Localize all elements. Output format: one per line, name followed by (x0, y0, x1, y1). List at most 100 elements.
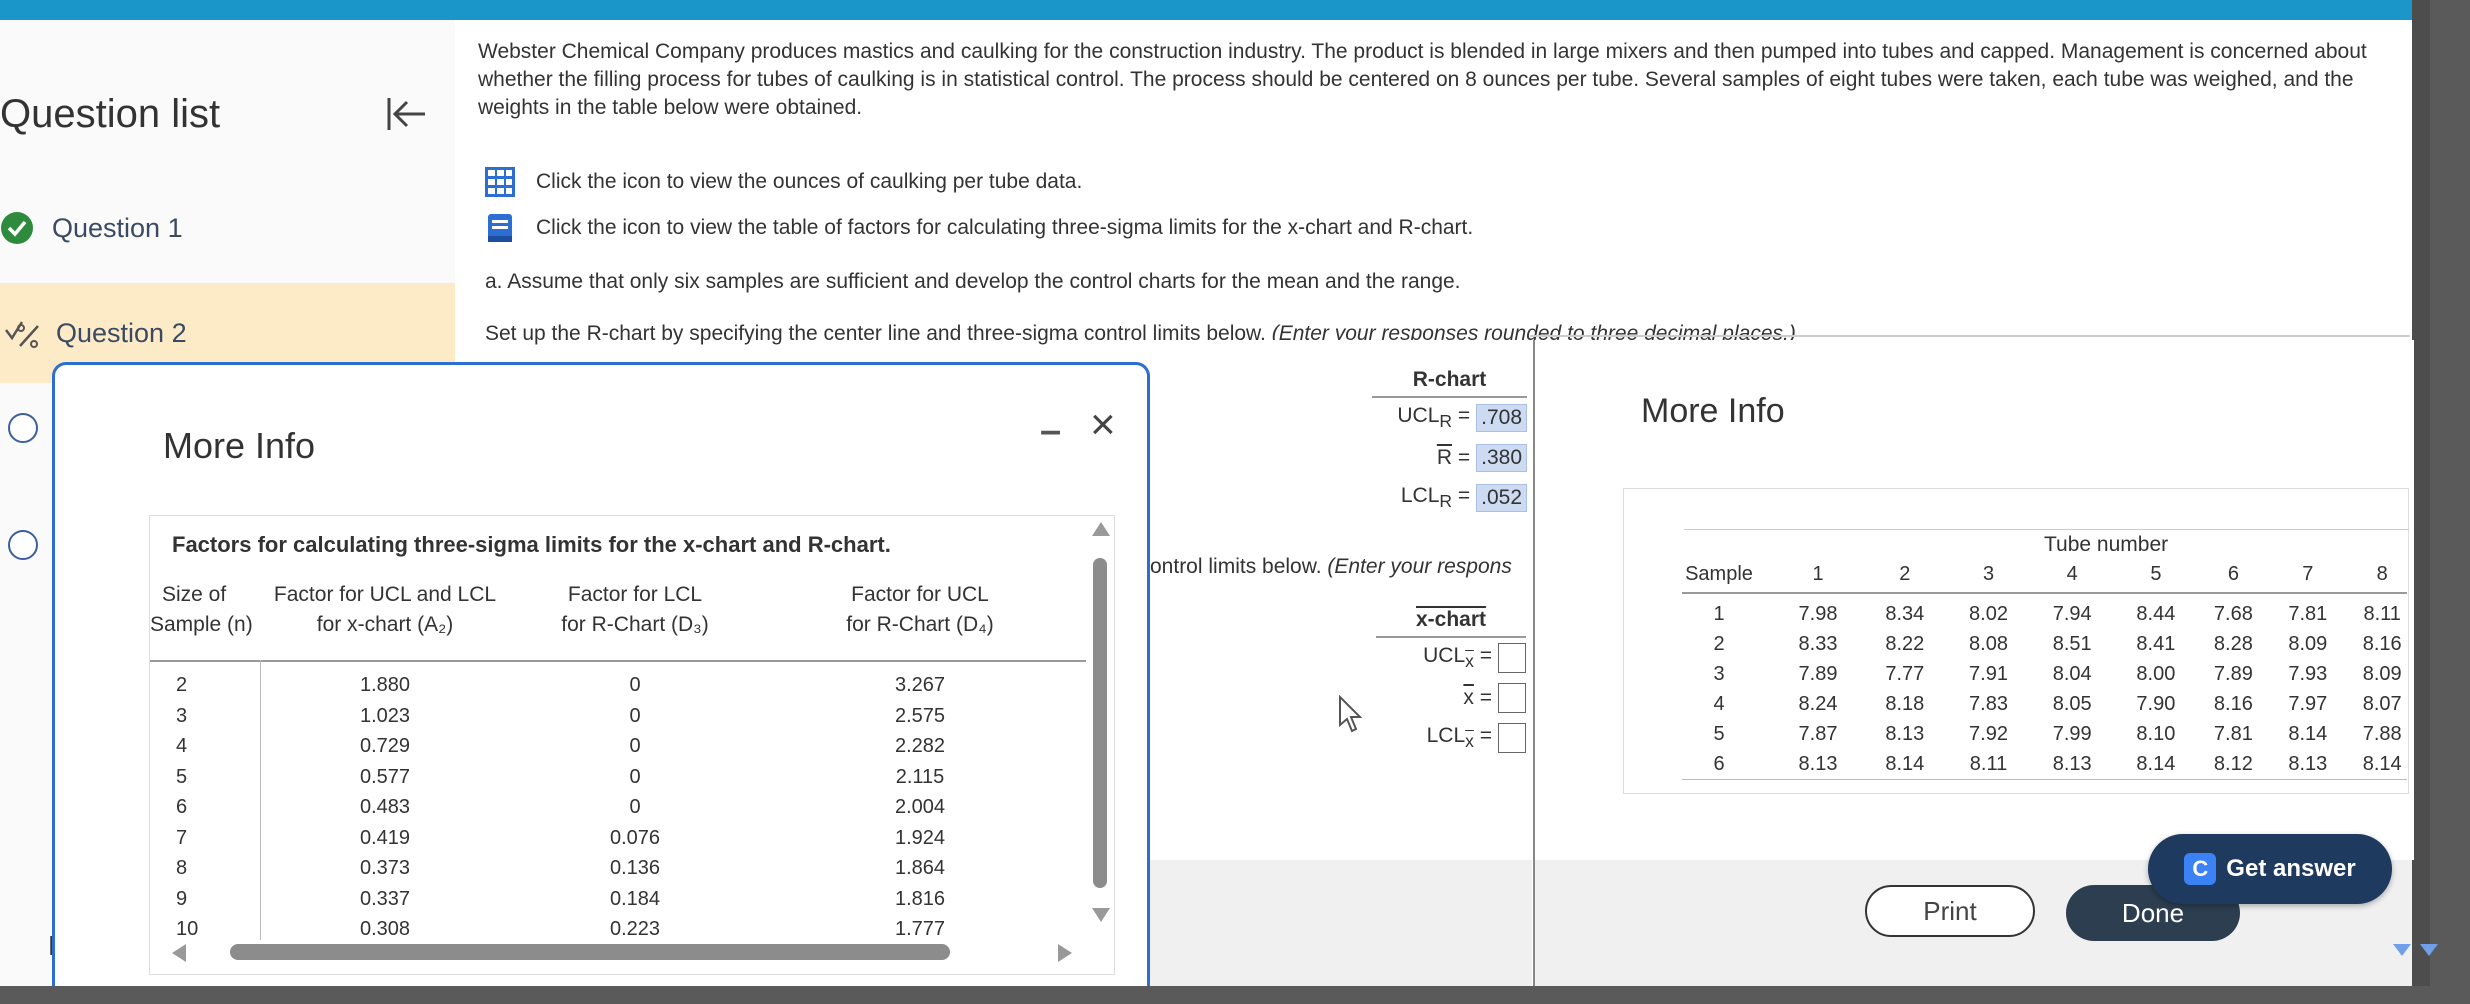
collapse-panel-icon[interactable] (385, 94, 429, 134)
tube-cell: 8.13 (1885, 723, 1925, 745)
tube-cell: 7.97 (2288, 693, 2328, 715)
factor-cell: 2 (176, 674, 188, 696)
tube-cell: 8.18 (1885, 693, 1925, 715)
data-link-row[interactable]: Click the icon to view the ounces of cau… (484, 166, 1082, 198)
tube-cell: 7.98 (1798, 603, 1838, 625)
r-bar-input[interactable]: .380 (1476, 444, 1527, 472)
cut-text: ontrol limits below. (1150, 555, 1328, 578)
tube-cell: 7.68 (2213, 603, 2253, 625)
tube-cell: 8.34 (1885, 603, 1925, 625)
check-circle-icon (1, 212, 33, 244)
column-sample-size: 2 3 4 5 6 7 8 9 10 (176, 670, 206, 945)
factor-cell: 4 (176, 735, 188, 757)
sidebar-item-question-1[interactable]: Question 1 (0, 178, 455, 278)
factors-dialog-title: More Info (163, 425, 316, 466)
factor-cell: 2.575 (894, 704, 946, 727)
tube-cell: 2 (1899, 563, 1911, 585)
print-button[interactable]: Print (1865, 885, 2035, 937)
vertical-scroll-thumb[interactable] (1093, 558, 1107, 888)
lcl-r-text: LCL (1400, 483, 1440, 507)
r-chart-title: R-chart (1372, 368, 1527, 398)
scroll-down-arrow-icon[interactable] (1092, 908, 1110, 922)
tube-cell: 8.41 (2136, 633, 2176, 655)
factor-cell: 1.880 (359, 674, 411, 696)
lcl-r-sub: R (1439, 491, 1453, 512)
question-4-status-icon[interactable] (8, 530, 38, 560)
tube-cell: 8.04 (2052, 663, 2092, 685)
close-button[interactable]: × (1090, 400, 1116, 450)
scroll-up-arrow-icon[interactable] (1092, 522, 1110, 536)
tube-cell: 8.44 (2136, 603, 2176, 625)
factor-cell: 1.864 (894, 857, 946, 879)
tube-cell: 7.93 (2288, 663, 2328, 685)
tube-cell: 8.14 (2288, 723, 2328, 745)
header-text: Size of (162, 583, 227, 606)
factor-cell: 9 (176, 887, 188, 910)
factor-cell: 2.115 (895, 765, 945, 788)
factor-cell: 3.267 (894, 674, 946, 696)
ucl-r-input[interactable]: .708 (1476, 404, 1527, 432)
x-double-bar-input[interactable] (1498, 683, 1526, 713)
tube-cell: 8.08 (1969, 633, 2008, 655)
tube-cell: 8.33 (1798, 633, 1838, 655)
lcl-x-text: LCL (1426, 723, 1466, 747)
table-top-line (1684, 529, 2409, 530)
scroll-down-indicator-icon[interactable] (2393, 944, 2411, 956)
factor-cell: 10 (176, 918, 199, 940)
tube-cell: 7.90 (2136, 693, 2176, 715)
lcl-x-input[interactable] (1498, 723, 1526, 753)
table-grid-icon[interactable] (484, 166, 516, 198)
factor-cell: 1.816 (894, 887, 946, 910)
lcl-r-input[interactable]: .052 (1476, 484, 1527, 512)
factors-table-container: Factors for calculating three-sigma limi… (149, 515, 1115, 975)
tube-data-table: Tube number Sample 1 2 3 4 5 6 7 8 1 7.98 8.34 8.02… (1623, 488, 2409, 794)
column-d4: 3.267 2.575 2.282 2.115 2.004 1.924 1.864 1.816… (770, 670, 1070, 945)
ucl-x-input[interactable] (1498, 643, 1526, 673)
header-d4: Factor for UCL for R-Chart (D₄) (770, 580, 1070, 640)
scroll-left-arrow-icon[interactable] (172, 944, 186, 962)
factor-cell: 1.777 (894, 918, 946, 940)
tube-cell: 7.77 (1885, 663, 1925, 685)
bottom-bar (0, 986, 2470, 1004)
factor-cell: 0.223 (609, 918, 661, 940)
header-text: Factor for UCL (851, 583, 989, 606)
tube-cell: 6 (2227, 563, 2239, 585)
header-text: for R-Chart (D₃) (561, 613, 709, 636)
get-answer-label: Get answer (2226, 855, 2356, 882)
tube-cell: 7.92 (1969, 723, 2008, 745)
factor-cell: 1.023 (359, 704, 411, 727)
minimize-button[interactable]: – (1040, 410, 1061, 453)
factor-cell: 0 (629, 735, 641, 757)
horizontal-scroll-thumb[interactable] (230, 944, 950, 960)
divider (1530, 335, 2410, 337)
tube-cell: 7.81 (2213, 723, 2253, 745)
partial-credit-icon (5, 321, 39, 348)
scroll-down-indicator-icon[interactable] (2420, 944, 2438, 956)
header-a2: Factor for UCL and LCL for x-chart (A₂) (260, 580, 510, 640)
factor-cell: 3 (176, 704, 188, 727)
cut-text-italic: (Enter your respons (1327, 555, 1512, 578)
factor-cell: 0.373 (359, 857, 411, 879)
column-a2: 1.880 1.023 0.729 0.577 0.483 0.419 0.373 0.337… (260, 670, 510, 945)
r-bar-text: R (1436, 446, 1453, 469)
ucl-x-text: UCL (1423, 643, 1466, 667)
tube-cell: 8.22 (1885, 633, 1925, 655)
x-chart-title: x-chart (1376, 608, 1526, 638)
tube-cell: 8.09 (2288, 633, 2328, 655)
tube-cell: 8 (2376, 563, 2388, 585)
tube-table-bottom-line (1682, 779, 2407, 780)
question-3-status-icon[interactable] (8, 413, 38, 443)
tube-cell: 3 (1713, 663, 1725, 685)
scroll-right-arrow-icon[interactable] (1058, 944, 1072, 962)
factors-link-row[interactable]: Click the icon to view the table of fact… (484, 212, 1473, 244)
tube-cell: 8.14 (2136, 753, 2176, 775)
ucl-r-text: UCL (1397, 403, 1440, 427)
r-chart-lcl-row: LCLR = .052 (1372, 478, 1527, 518)
column-d3: 0 0 0 0 0 0.076 0.136 0.184 0.223 (510, 670, 760, 945)
tube-cell: 4 (1713, 693, 1725, 715)
tube-cell: 7.88 (2362, 723, 2402, 745)
get-answer-button[interactable]: C Get answer (2148, 834, 2392, 904)
r-chart-table: R-chart UCLR = .708 R = .380 LCLR = .052 (1372, 368, 1527, 518)
book-icon[interactable] (484, 212, 516, 244)
lcl-x-label: LCLx = (1426, 723, 1492, 752)
